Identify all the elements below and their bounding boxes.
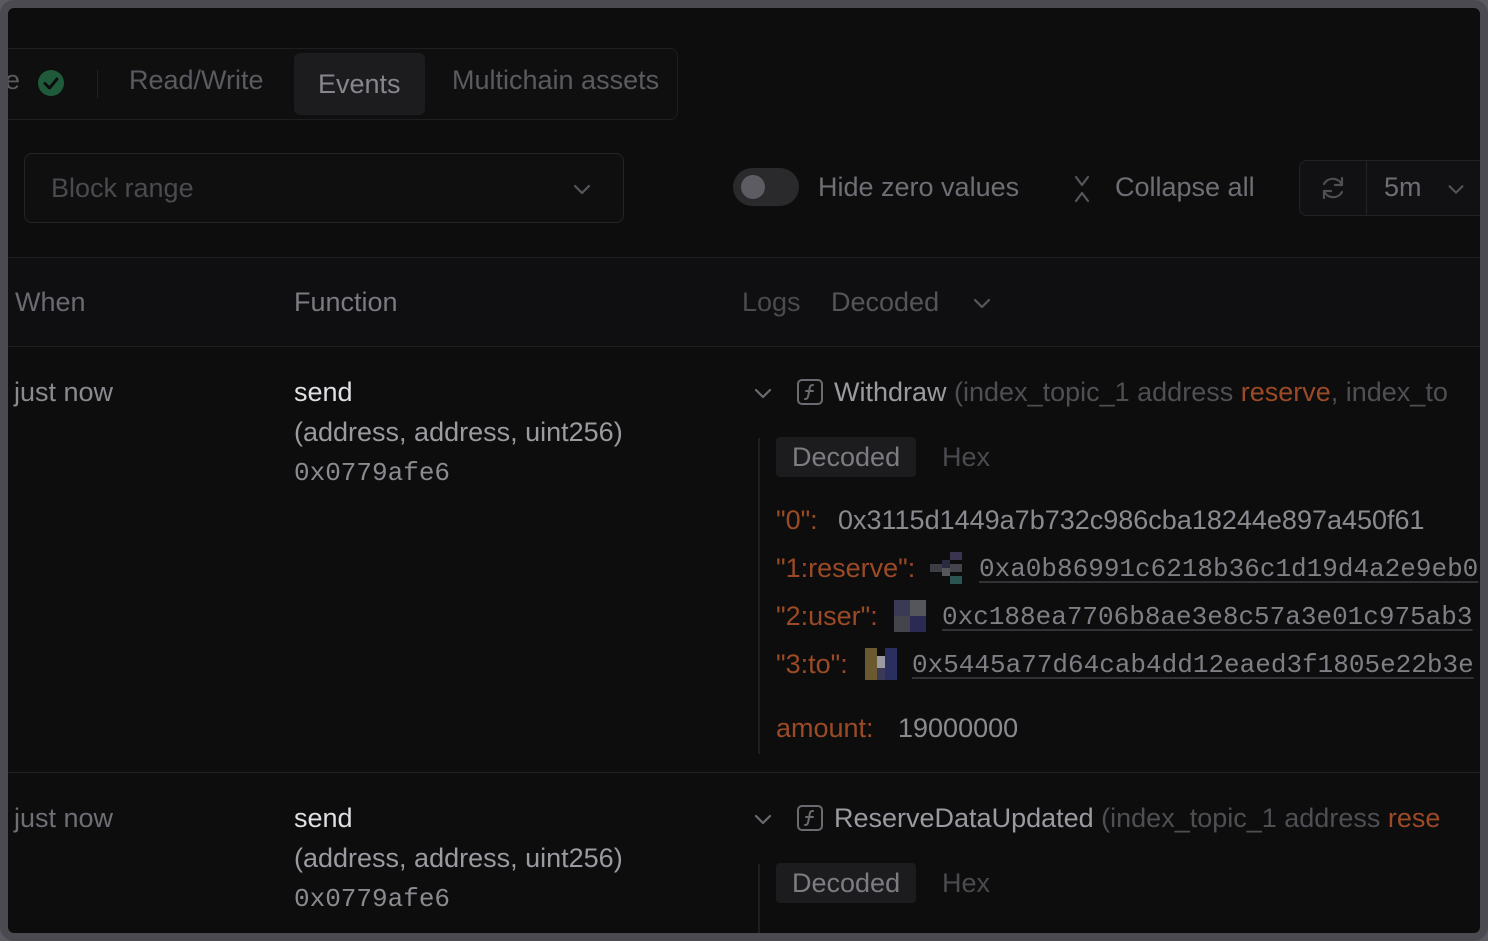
app-window: e Read/Write Events Multichain assets Bl… (0, 0, 1488, 941)
tab-read-write[interactable]: Read/Write (129, 49, 264, 111)
event-params: (index_topic_1 address (1093, 803, 1388, 833)
event-params: (index_topic_1 address (946, 377, 1241, 407)
field-key: amount: (776, 713, 874, 743)
field-key: "3:to": (776, 649, 848, 679)
address-link[interactable]: 0xc188ea7706b8ae3e8c57a3e01c975ab3 (942, 602, 1473, 632)
log-indent-bar (758, 438, 760, 754)
refresh-icon[interactable] (1318, 173, 1348, 208)
block-range-placeholder: Block range (51, 173, 194, 203)
view-decoded-button[interactable]: Decoded (776, 863, 917, 903)
view-decoded-button[interactable]: Decoded (776, 437, 917, 477)
chevron-down-icon[interactable] (750, 806, 776, 837)
divider (8, 346, 1480, 347)
address-link[interactable]: 0x5445a77d64cab4dd12eaed3f1805e22b3e (912, 650, 1474, 680)
event-params-rest: , index_to (1330, 377, 1448, 407)
collapse-all-button[interactable]: Collapse all (1115, 172, 1255, 203)
hide-zero-toggle[interactable] (733, 168, 799, 206)
row-when: just now (14, 803, 114, 833)
toggle-knob (741, 175, 765, 199)
col-when: When (15, 287, 86, 317)
tab-divider (97, 70, 98, 98)
field-key: "0": (776, 505, 818, 535)
address-link[interactable]: 0xa0b86991c6218b36c1d19d4a2e9eb0 (979, 554, 1478, 584)
event-signature[interactable]: Withdraw (index_topic_1 address reserve,… (834, 377, 1448, 408)
address-identicon (865, 648, 897, 680)
field-key: "2:user": (776, 601, 878, 631)
log-indent-bar (758, 864, 760, 933)
divider (8, 257, 1480, 258)
divider (8, 772, 1480, 773)
auto-refresh-control: 5m (1299, 160, 1480, 216)
chevron-down-icon[interactable] (1444, 177, 1468, 206)
function-icon (796, 378, 824, 411)
contract-tabs: e Read/Write Events Multichain assets (8, 48, 678, 120)
logs-mode-select[interactable]: Decoded (831, 287, 939, 318)
chevron-down-icon[interactable] (750, 380, 776, 411)
function-signature: (address, address, uint256) (294, 417, 623, 447)
field-key: "1:reserve": (776, 553, 916, 583)
refresh-interval[interactable]: 5m (1384, 172, 1422, 203)
hide-zero-label: Hide zero values (818, 172, 1020, 202)
function-selector: 0x0779afe6 (294, 458, 451, 488)
group-divider (1366, 161, 1367, 215)
view-hex-button[interactable]: Hex (926, 437, 1006, 477)
chevron-down-icon (569, 176, 595, 207)
event-param-highlight: reserve (1240, 377, 1331, 407)
verified-check-icon (37, 69, 65, 97)
function-name: send (294, 803, 353, 833)
tab-multichain-assets[interactable]: Multichain assets (452, 49, 659, 111)
tab-partial[interactable]: e (8, 49, 20, 111)
view-hex-button[interactable]: Hex (926, 863, 1006, 903)
chevron-down-icon[interactable] (969, 290, 995, 321)
address-identicon (894, 600, 926, 632)
col-function: Function (294, 287, 398, 317)
row-when: just now (14, 377, 114, 407)
field-value: 0x3115d1449a7b732c986cba18244e897a450f61 (838, 505, 1425, 535)
event-signature[interactable]: ReserveDataUpdated (index_topic_1 addres… (834, 803, 1440, 834)
function-icon (796, 804, 824, 837)
event-name: ReserveDataUpdated (834, 803, 1094, 833)
field-value: 19000000 (898, 713, 1019, 743)
function-name: send (294, 377, 353, 407)
function-selector: 0x0779afe6 (294, 884, 451, 914)
col-logs: Logs (742, 287, 801, 317)
function-signature: (address, address, uint256) (294, 843, 623, 873)
event-name: Withdraw (834, 377, 947, 407)
block-range-select[interactable]: Block range (24, 153, 624, 223)
tab-events[interactable]: Events (294, 53, 425, 115)
event-param-highlight: rese (1387, 803, 1441, 833)
collapse-icon[interactable] (1068, 174, 1096, 209)
address-identicon (930, 552, 962, 584)
